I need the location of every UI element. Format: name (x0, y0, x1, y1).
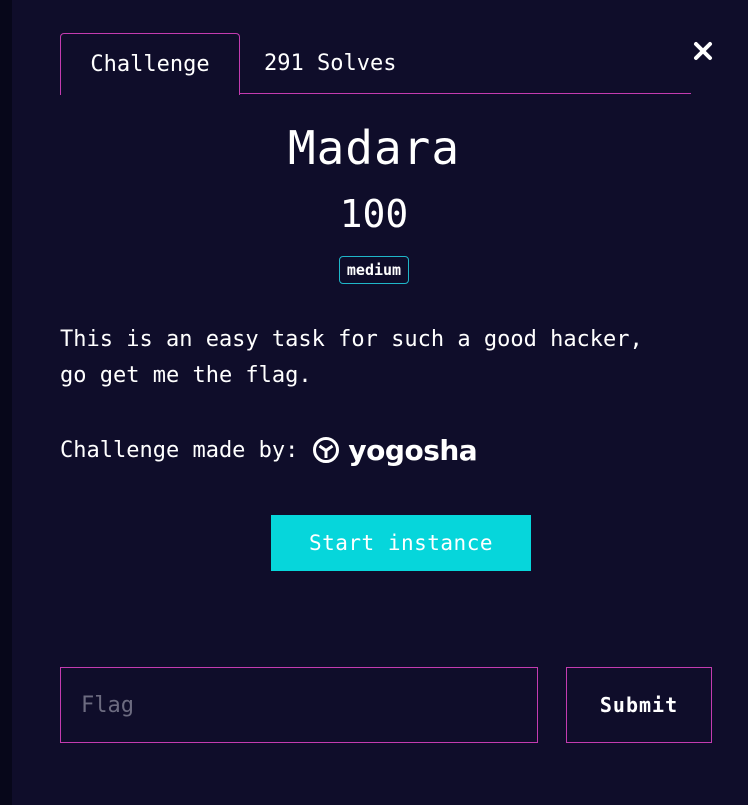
challenge-points: 100 (339, 192, 409, 236)
close-icon (694, 42, 712, 60)
flag-input[interactable] (60, 667, 538, 743)
yogosha-logo-text: yogosha (348, 433, 478, 467)
difficulty-badge-wrapper: medium (0, 256, 748, 284)
difficulty-badge: medium (338, 256, 410, 284)
author-label: Challenge made by: (60, 437, 299, 463)
close-button[interactable] (692, 40, 714, 62)
challenge-modal: Challenge 291 Solves Madara 100 medium T… (12, 0, 748, 805)
challenge-description: This is an easy task for such a good hac… (60, 327, 643, 388)
yogosha-logo: yogosha (312, 433, 478, 467)
modal-tabs: Challenge 291 Solves (60, 33, 691, 95)
yogosha-mark-icon (313, 437, 340, 463)
tab-solves[interactable]: 291 Solves (264, 33, 396, 94)
challenge-title: Madara (287, 121, 461, 175)
submit-button[interactable]: Submit (566, 667, 712, 743)
tab-challenge[interactable]: Challenge (60, 33, 240, 95)
author-row: Challenge made by: yogosha (60, 430, 478, 470)
start-instance-button[interactable]: Start instance (271, 515, 531, 571)
